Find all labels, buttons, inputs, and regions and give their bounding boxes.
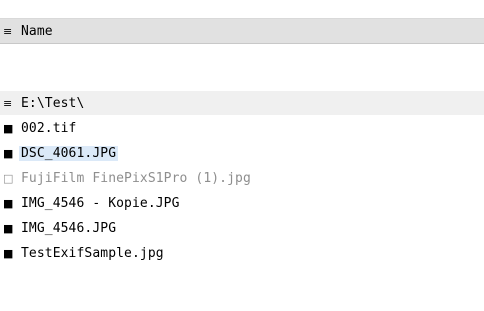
checked-square-icon[interactable]: ■ [3,247,19,260]
file-name: DSC_4061.JPG [19,145,119,161]
list-icon: ≡ [3,24,13,38]
file-row-selected[interactable]: ■ DSC_4061.JPG [0,141,484,165]
list-icon: ≡ [3,96,13,110]
file-name: IMG_4546 - Kopie.JPG [21,195,180,211]
file-row[interactable]: ■ TestExifSample.jpg [0,241,484,265]
column-header-label: Name [21,23,53,39]
file-name: IMG_4546.JPG [21,220,117,236]
group-label: E:\Test\ [21,95,85,111]
name-column-header[interactable]: ≡ Name [0,19,484,44]
group-row[interactable]: ≡ E:\Test\ [0,91,484,115]
checked-square-icon[interactable]: ■ [3,222,19,235]
checked-square-icon[interactable]: ■ [3,147,19,160]
empty-square-icon[interactable]: □ [3,172,19,185]
file-name: TestExifSample.jpg [21,245,164,261]
file-name: FujiFilm FinePixS1Pro (1).jpg [21,170,251,186]
file-row[interactable]: ■ IMG_4546.JPG [0,216,484,240]
checked-square-icon[interactable]: ■ [3,197,19,210]
file-row-unchecked[interactable]: □ FujiFilm FinePixS1Pro (1).jpg [0,166,484,190]
file-row[interactable]: ■ IMG_4546 - Kopie.JPG [0,191,484,215]
checked-square-icon[interactable]: ■ [3,122,19,135]
file-name: 002.tif [21,120,77,136]
file-list-panel: ≡ Name ≡ E:\Test\ ■ 002.tif ■ DSC_4061.J… [0,18,484,311]
file-row[interactable]: ■ 002.tif [0,116,484,140]
